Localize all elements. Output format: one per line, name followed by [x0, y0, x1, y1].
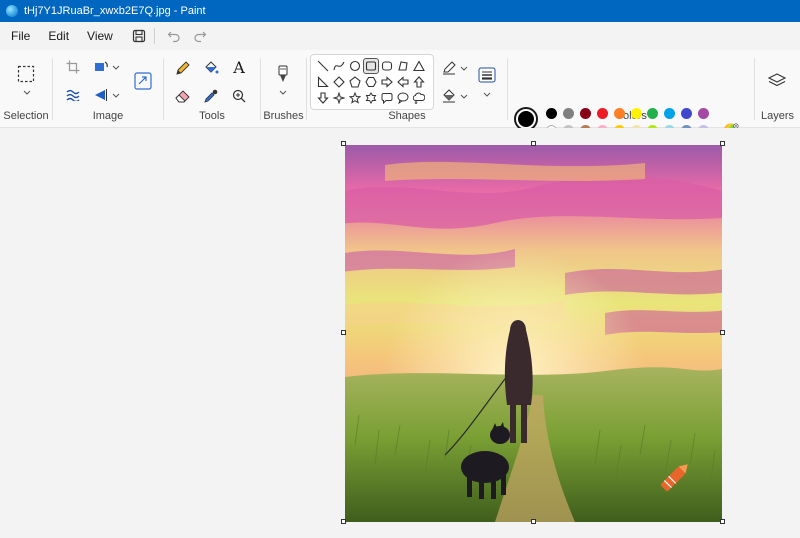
triangle-icon[interactable] [411, 58, 427, 74]
flip-icon[interactable] [93, 87, 109, 103]
fill-bucket-icon[interactable] [202, 59, 220, 77]
brushes-group: Brushes [261, 50, 306, 128]
resize-handle[interactable] [720, 330, 725, 335]
tools-group: A Tools [164, 50, 260, 128]
chevron-down-icon[interactable] [459, 63, 469, 73]
pencil-icon[interactable] [174, 59, 192, 77]
chevron-down-icon[interactable] [482, 89, 492, 99]
four-point-star-icon[interactable] [331, 90, 347, 106]
image-effects-icon[interactable] [65, 87, 81, 103]
color-swatch[interactable] [630, 108, 642, 119]
image-label: Image [92, 110, 124, 122]
tools-label: Tools [199, 110, 225, 122]
color-swatch[interactable] [613, 108, 625, 119]
title-bar: tHj7Y1JRuaBr_xwxb2E7Q.jpg - Paint [0, 0, 800, 22]
ribbon-toolbar: Selection Image A Tools Brushes Shapes L… [0, 50, 800, 155]
pentagon-icon[interactable] [347, 74, 363, 90]
rotate-icon[interactable] [93, 59, 109, 75]
color-swatch[interactable] [546, 108, 557, 119]
primary-color-dot [518, 111, 534, 127]
right-arrow-icon[interactable] [379, 74, 395, 90]
resize-icon[interactable] [133, 71, 153, 91]
selection-label: Selection [3, 110, 49, 122]
shape-outline-icon[interactable] [441, 60, 459, 76]
color-swatch[interactable] [562, 108, 574, 119]
text-icon[interactable]: A [230, 58, 248, 77]
chevron-down-icon[interactable] [22, 88, 32, 96]
selection-icon[interactable] [16, 64, 36, 84]
oval-icon[interactable] [347, 58, 363, 74]
window-title: tHj7Y1JRuaBr_xwxb2E7Q.jpg - Paint [24, 5, 206, 17]
polygon-icon[interactable] [395, 58, 411, 74]
rounded-callout-icon[interactable] [379, 90, 395, 106]
crop-icon[interactable] [65, 59, 81, 75]
rectangle-icon[interactable] [363, 58, 379, 74]
menu-bar: File Edit View [0, 22, 800, 50]
menu-file[interactable]: File [4, 25, 37, 47]
chevron-down-icon[interactable] [278, 88, 288, 96]
color-swatch[interactable] [579, 108, 591, 119]
down-arrow-icon[interactable] [315, 90, 331, 106]
chevron-down-icon[interactable] [459, 91, 469, 101]
painting-image [345, 145, 722, 522]
line-icon[interactable] [315, 58, 331, 74]
resize-handle[interactable] [720, 519, 725, 524]
brush-icon[interactable] [275, 64, 291, 84]
eraser-icon[interactable] [174, 87, 192, 105]
resize-handle[interactable] [531, 519, 536, 524]
shapes-gallery [310, 54, 434, 110]
brushes-label: Brushes [263, 110, 304, 122]
left-arrow-icon[interactable] [395, 74, 411, 90]
menu-view[interactable]: View [80, 25, 120, 47]
hexagon-icon[interactable] [363, 74, 379, 90]
chevron-down-icon[interactable] [111, 90, 121, 100]
curve-icon[interactable] [331, 58, 347, 74]
undo-icon[interactable] [163, 25, 185, 47]
layers-label: Layers [760, 110, 795, 122]
color-picker-icon[interactable] [202, 87, 220, 105]
color-swatch[interactable] [596, 108, 608, 119]
five-point-star-icon[interactable] [347, 90, 363, 106]
six-point-star-icon[interactable] [363, 90, 379, 106]
oval-callout-icon[interactable] [395, 90, 411, 106]
selection-group: Selection [0, 50, 52, 128]
resize-handle[interactable] [531, 141, 536, 146]
magnifier-icon[interactable] [230, 87, 248, 105]
up-arrow-icon[interactable] [411, 74, 427, 90]
save-icon[interactable] [128, 25, 150, 47]
chevron-down-icon[interactable] [111, 62, 121, 72]
diamond-icon[interactable] [331, 74, 347, 90]
heart-icon[interactable] [315, 106, 331, 109]
resize-handle[interactable] [341, 330, 346, 335]
rounded-rectangle-icon[interactable] [379, 58, 395, 74]
cloud-callout-icon[interactable] [411, 90, 427, 106]
layers-group: Layers [755, 50, 800, 128]
right-triangle-icon[interactable] [315, 74, 331, 90]
canvas-image[interactable] [345, 145, 722, 522]
shape-fill-icon[interactable] [441, 88, 459, 104]
resize-handle[interactable] [341, 141, 346, 146]
menu-separator [153, 28, 155, 44]
menu-edit[interactable]: Edit [41, 25, 76, 47]
resize-handle[interactable] [720, 141, 725, 146]
redo-icon[interactable] [189, 25, 211, 47]
paint-app-icon [6, 5, 18, 17]
image-group: Image [53, 50, 163, 128]
resize-handle[interactable] [341, 519, 346, 524]
line-size-icon[interactable] [477, 66, 497, 84]
layers-icon[interactable] [767, 72, 787, 90]
shapes-label: Shapes [388, 110, 426, 122]
